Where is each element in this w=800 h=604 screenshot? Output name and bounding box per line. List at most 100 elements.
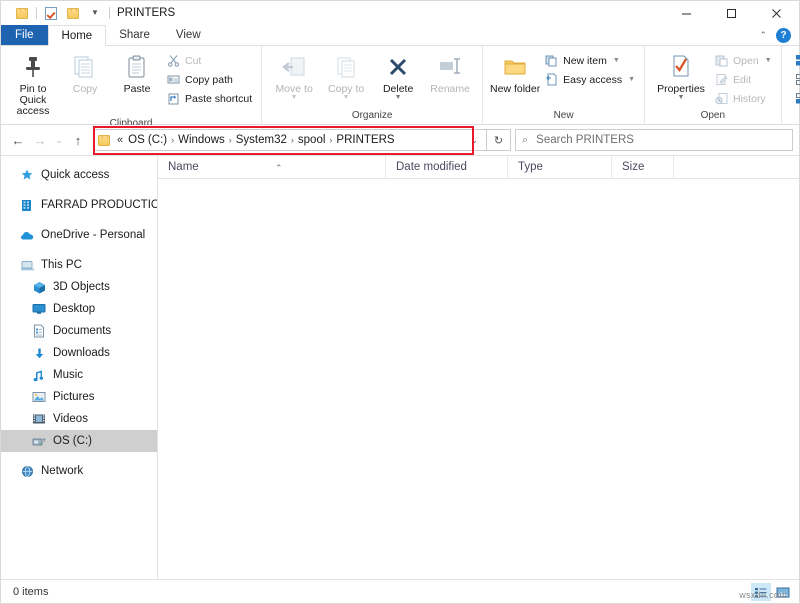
file-list-empty-area[interactable] xyxy=(158,179,799,579)
sidebar-item-onedrive-personal[interactable]: OneDrive - Personal xyxy=(1,224,157,246)
sidebar-label-network: Network xyxy=(41,465,83,477)
breadcrumb-item-printers[interactable]: PRINTERS xyxy=(333,134,397,146)
new-item-button[interactable]: New item ▼ xyxy=(541,52,638,69)
cut-button[interactable]: Cut xyxy=(163,52,255,69)
breadcrumb-item-system32[interactable]: System32 xyxy=(233,134,290,146)
copy-to-dropdown-icon[interactable]: ▼ xyxy=(343,95,350,101)
history-button[interactable]: History xyxy=(711,90,775,107)
copy-label: Copy xyxy=(73,84,98,95)
copy-button[interactable]: Copy xyxy=(59,50,111,95)
tab-home[interactable]: Home xyxy=(48,25,107,46)
column-header-date-modified[interactable]: Date modified xyxy=(386,156,508,179)
address-folder-icon xyxy=(98,135,110,146)
sidebar-item-os-c[interactable]: OS (C:) xyxy=(1,430,157,452)
sidebar-item-3d-objects[interactable]: 3D Objects xyxy=(1,276,157,298)
easy-access-button[interactable]: Easy access ▼ xyxy=(541,71,638,88)
search-input[interactable]: Search PRINTERS xyxy=(536,134,634,146)
paste-shortcut-button[interactable]: Paste shortcut xyxy=(163,90,255,107)
tab-view[interactable]: View xyxy=(163,25,214,45)
select-none-icon xyxy=(795,73,800,87)
column-header-type[interactable]: Type xyxy=(508,156,612,179)
new-folder-icon[interactable] xyxy=(62,2,84,24)
quick-access-toolbar: ▼ PRINTERS xyxy=(1,1,175,25)
move-to-button[interactable]: Move to ▼ xyxy=(268,50,320,101)
close-button[interactable] xyxy=(754,1,799,25)
help-icon[interactable]: ? xyxy=(776,28,791,43)
sidebar-item-pictures[interactable]: Pictures xyxy=(1,386,157,408)
paste-label: Paste xyxy=(124,84,151,95)
breadcrumb-item-windows[interactable]: Windows xyxy=(175,134,228,146)
pin-to-quick-access-button[interactable]: Pin to Quick access xyxy=(7,50,59,117)
sidebar-label-documents: Documents xyxy=(53,325,111,337)
sidebar-label-pictures: Pictures xyxy=(53,391,95,403)
address-bar[interactable]: « OS (C:) › Windows › System32 › spool ›… xyxy=(93,129,487,151)
rename-icon xyxy=(437,52,463,82)
breadcrumb-item-os-c[interactable]: OS (C:) xyxy=(125,134,170,146)
delete-button[interactable]: Delete ▼ xyxy=(372,50,424,101)
copy-path-label: Copy path xyxy=(185,74,233,86)
properties-button[interactable]: Properties ▼ xyxy=(651,50,711,101)
select-all-button[interactable]: Select all xyxy=(792,52,800,69)
sidebar-item-videos[interactable]: Videos xyxy=(1,408,157,430)
edit-button[interactable]: Edit xyxy=(711,71,775,88)
sidebar-item-farrad-production[interactable]: FARRAD PRODUCTION xyxy=(1,194,157,216)
invert-selection-button[interactable]: Invert selection xyxy=(792,90,800,107)
ribbon-group-organize: Move to ▼ Copy to ▼ xyxy=(262,46,483,125)
customize-caret-icon[interactable]: ▼ xyxy=(84,2,106,24)
folder-icon[interactable] xyxy=(11,2,33,24)
sidebar-item-this-pc[interactable]: This PC xyxy=(1,254,157,276)
delete-dropdown-icon[interactable]: ▼ xyxy=(395,95,402,101)
this-pc-icon xyxy=(19,257,35,273)
explorer-body: Quick access FARRAD PRODUCTION OneDrive … xyxy=(1,155,799,579)
edit-icon xyxy=(714,73,728,87)
pictures-icon xyxy=(31,389,47,405)
forward-button[interactable]: → xyxy=(29,129,51,151)
easy-access-dropdown-icon[interactable]: ▼ xyxy=(628,76,635,83)
open-dropdown-icon[interactable]: ▼ xyxy=(765,57,772,64)
tab-file[interactable]: File xyxy=(1,25,48,45)
sidebar-item-music[interactable]: Music xyxy=(1,364,157,386)
properties-icon[interactable] xyxy=(40,2,62,24)
new-item-icon xyxy=(544,54,558,68)
recent-locations-button[interactable]: ⌄ xyxy=(51,129,67,151)
back-button[interactable]: ← xyxy=(7,129,29,151)
up-button[interactable]: ↑ xyxy=(67,129,89,151)
column-header-size[interactable]: Size xyxy=(612,156,674,179)
column-header-name[interactable]: Name ⌃ xyxy=(158,156,386,179)
sidebar-gap-4 xyxy=(1,452,157,460)
new-item-dropdown-icon[interactable]: ▼ xyxy=(613,57,620,64)
new-folder-button[interactable]: New folder xyxy=(489,50,541,95)
properties-dropdown-icon[interactable]: ▼ xyxy=(678,95,685,101)
chevron-up-icon[interactable]: ⌃ xyxy=(756,30,770,41)
ribbon-group-clipboard: Pin to Quick access Copy xyxy=(1,46,262,125)
refresh-button[interactable]: ↻ xyxy=(487,129,511,151)
paste-button[interactable]: Paste xyxy=(111,50,163,95)
sidebar-item-desktop[interactable]: Desktop xyxy=(1,298,157,320)
search-box[interactable]: ⌕ Search PRINTERS xyxy=(515,129,793,151)
maximize-button[interactable] xyxy=(709,1,754,25)
breadcrumb-overflow-icon[interactable]: « xyxy=(115,134,125,146)
tab-share[interactable]: Share xyxy=(106,25,163,45)
new-folder-label: New folder xyxy=(490,84,540,95)
onedrive-cloud-icon xyxy=(19,227,35,243)
sidebar-item-quick-access[interactable]: Quick access xyxy=(1,164,157,186)
select-none-button[interactable]: Select none xyxy=(792,71,800,88)
sidebar-item-network[interactable]: Network xyxy=(1,460,157,482)
open-button[interactable]: Open ▼ xyxy=(711,52,775,69)
breadcrumb-item-spool[interactable]: spool xyxy=(295,134,329,146)
move-to-dropdown-icon[interactable]: ▼ xyxy=(291,95,298,101)
sidebar-item-downloads[interactable]: Downloads xyxy=(1,342,157,364)
easy-access-icon xyxy=(544,73,558,87)
copy-path-icon xyxy=(166,73,180,87)
file-list-pane: Name ⌃ Date modified Type Size xyxy=(158,156,799,579)
copy-to-button[interactable]: Copy to ▼ xyxy=(320,50,372,101)
cut-label: Cut xyxy=(185,55,201,67)
minimize-button[interactable] xyxy=(664,1,709,25)
copy-path-button[interactable]: Copy path xyxy=(163,71,255,88)
chevron-down-icon[interactable]: ⌄ xyxy=(464,135,484,146)
rename-button[interactable]: Rename xyxy=(424,50,476,95)
sidebar-gap-1 xyxy=(1,186,157,194)
open-label: Open xyxy=(733,55,759,67)
sidebar-item-documents[interactable]: Documents xyxy=(1,320,157,342)
documents-icon xyxy=(31,323,47,339)
